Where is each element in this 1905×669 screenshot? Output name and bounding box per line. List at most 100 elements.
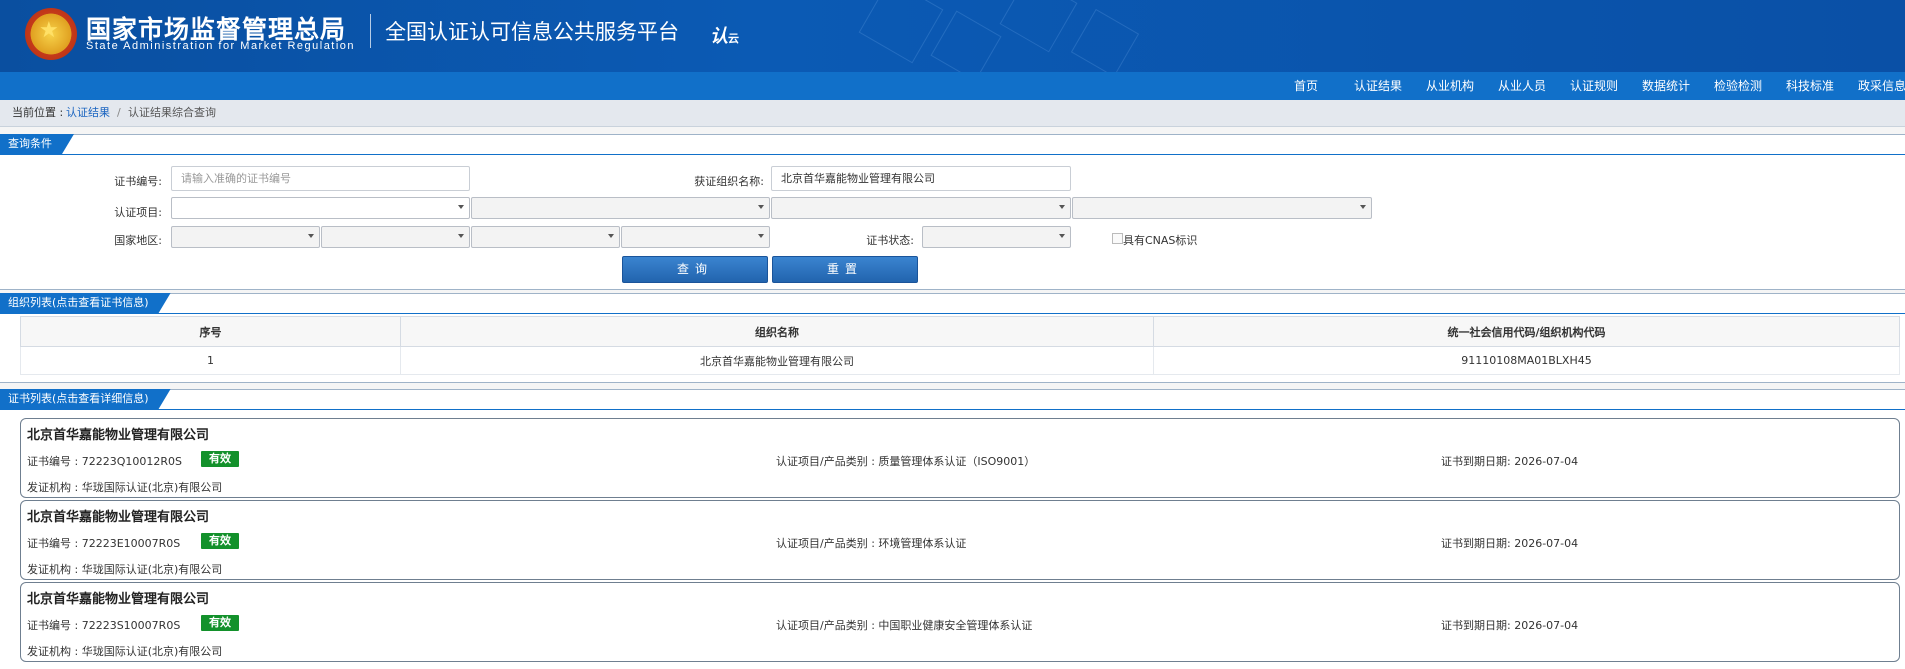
chevron-down-icon (458, 234, 464, 238)
region-select-3[interactable] (471, 226, 620, 248)
cert-list-title: 证书列表(点击查看详细信息) (0, 389, 171, 409)
region-select-2[interactable] (321, 226, 470, 248)
cell-credit-code: 91110108MA01BLXH45 (1153, 346, 1900, 375)
cert-item: 认证项目/产品类别 : 中国职业健康安全管理体系认证 (776, 617, 1032, 633)
cert-no-prefix: 证书编号 : (27, 537, 79, 550)
cert-expiry-value: 2026-07-04 (1514, 619, 1579, 632)
cnas-checkbox[interactable] (1112, 233, 1123, 244)
cert-item: 认证项目/产品类别 : 环境管理体系认证 (776, 535, 966, 551)
nav-item-institutions[interactable]: 从业机构 (1426, 72, 1474, 100)
section-rule (0, 154, 1905, 155)
cert-no-value: 72223E10007R0S (81, 537, 181, 550)
nav-item-home[interactable]: 首页 (1294, 72, 1318, 100)
cert-expiry-prefix: 证书到期日期: (1441, 537, 1511, 550)
cert-item-label: 认证项目: (114, 206, 162, 219)
cert-issuer: 发证机构 : 华珑国际认证(北京)有限公司 (27, 561, 222, 577)
cert-no-label: 证书编号: (114, 175, 162, 188)
cert-issuer: 发证机构 : 华珑国际认证(北京)有限公司 (27, 643, 222, 659)
region-select-4[interactable] (621, 226, 770, 248)
cert-issuer-value: 华珑国际认证(北京)有限公司 (81, 563, 223, 576)
cert-expiry-prefix: 证书到期日期: (1441, 455, 1511, 468)
main-nav: 首页 认证结果 从业机构 从业人员 认证规则 数据统计 检验检测 科技标准 政采… (0, 72, 1905, 100)
search-button[interactable]: 查询 (622, 256, 768, 283)
cert-item-value: 中国职业健康安全管理体系认证 (878, 619, 1033, 632)
cert-expiry: 证书到期日期: 2026-07-04 (1441, 453, 1578, 469)
cert-item-select-2[interactable] (471, 197, 770, 219)
nav-item-statistics[interactable]: 数据统计 (1642, 72, 1690, 100)
cert-no: 证书编号 : 72223E10007R0S (27, 535, 180, 551)
chevron-down-icon (758, 234, 764, 238)
breadcrumb: 当前位置 : 认证结果 / 认证结果综合查询 (0, 100, 1905, 127)
cert-item-select-3[interactable] (771, 197, 1071, 219)
cell-index: 1 (20, 346, 401, 375)
cnas-label: 具有CNAS标识 (1123, 234, 1198, 247)
table-header-row: 序号 组织名称 统一社会信用代码/组织机构代码 (20, 316, 1900, 347)
cert-no: 证书编号 : 72223Q10012R0S (27, 453, 182, 469)
cert-item: 认证项目/产品类别 : 质量管理体系认证（ISO9001） (776, 453, 1035, 469)
cert-no-input[interactable]: 请输入准确的证书编号 (171, 166, 470, 191)
decor-hex (1070, 8, 1140, 72)
region-label: 国家地区: (114, 234, 162, 247)
query-panel-title: 查询条件 (0, 134, 74, 154)
chevron-down-icon (458, 205, 464, 209)
col-header-credit-code: 统一社会信用代码/组织机构代码 (1153, 316, 1900, 347)
renyun-logo-mark: 认 (710, 26, 728, 47)
cert-expiry-value: 2026-07-04 (1514, 537, 1579, 550)
cert-item-value: 质量管理体系认证（ISO9001） (878, 455, 1036, 468)
reset-button[interactable]: 重置 (772, 256, 918, 283)
org-name-label: 获证组织名称: (694, 175, 764, 188)
cert-item-select-1[interactable] (171, 197, 470, 219)
cert-item-prefix: 认证项目/产品类别 : (776, 455, 875, 468)
cert-no-value: 72223S10007R0S (81, 619, 181, 632)
breadcrumb-prefix: 当前位置 : (12, 106, 64, 119)
table-row[interactable]: 1 北京首华嘉能物业管理有限公司 91110108MA01BLXH45 (20, 346, 1900, 375)
cert-no-value: 72223Q10012R0S (81, 455, 182, 468)
cell-org-name[interactable]: 北京首华嘉能物业管理有限公司 (400, 346, 1154, 375)
cert-expiry-prefix: 证书到期日期: (1441, 619, 1511, 632)
cert-card[interactable]: 北京首华嘉能物业管理有限公司 证书编号 : 72223S10007R0S 有效 … (20, 582, 1900, 662)
cert-issuer-value: 华珑国际认证(北京)有限公司 (81, 481, 223, 494)
col-header-org-name: 组织名称 (400, 316, 1154, 347)
cert-issuer: 发证机构 : 华珑国际认证(北京)有限公司 (27, 479, 222, 495)
chevron-down-icon (1360, 205, 1366, 209)
org-list-panel: 组织列表(点击查看证书信息) 序号 组织名称 统一社会信用代码/组织机构代码 1… (0, 293, 1905, 383)
nav-item-personnel[interactable]: 从业人员 (1498, 72, 1546, 100)
breadcrumb-link-cert-results[interactable]: 认证结果 (66, 100, 110, 126)
chevron-down-icon (608, 234, 614, 238)
nav-item-standards[interactable]: 科技标准 (1786, 72, 1834, 100)
nav-item-inspection[interactable]: 检验检测 (1714, 72, 1762, 100)
cert-org-name: 北京首华嘉能物业管理有限公司 (27, 428, 210, 443)
cert-expiry: 证书到期日期: 2026-07-04 (1441, 617, 1578, 633)
nav-item-procurement[interactable]: 政采信息 (1858, 72, 1905, 100)
cert-item-select-4[interactable] (1072, 197, 1372, 219)
region-select-1[interactable] (171, 226, 320, 248)
status-badge: 有效 (201, 451, 239, 467)
cert-no-prefix: 证书编号 : (27, 455, 79, 468)
renyun-logo-icon: 认云 (710, 22, 739, 48)
chevron-down-icon (758, 205, 764, 209)
org-table: 序号 组织名称 统一社会信用代码/组织机构代码 1 北京首华嘉能物业管理有限公司… (20, 316, 1900, 375)
national-emblem-icon (25, 8, 77, 60)
cert-issuer-prefix: 发证机构 : (27, 563, 79, 576)
cert-expiry-value: 2026-07-04 (1514, 455, 1579, 468)
section-rule (0, 313, 1905, 314)
cert-status-select[interactable] (922, 226, 1071, 248)
cert-issuer-prefix: 发证机构 : (27, 645, 79, 658)
cert-no: 证书编号 : 72223S10007R0S (27, 617, 180, 633)
chevron-down-icon (1059, 234, 1065, 238)
cert-no-prefix: 证书编号 : (27, 619, 79, 632)
agency-name-en: State Administration for Market Regulati… (86, 40, 356, 52)
query-panel: 查询条件 证书编号: 请输入准确的证书编号 获证组织名称: 北京首华嘉能物业管理… (0, 134, 1905, 290)
nav-item-cert-rules[interactable]: 认证规则 (1570, 72, 1618, 100)
cert-card[interactable]: 北京首华嘉能物业管理有限公司 证书编号 : 72223Q10012R0S 有效 … (20, 418, 1900, 498)
cert-card[interactable]: 北京首华嘉能物业管理有限公司 证书编号 : 72223E10007R0S 有效 … (20, 500, 1900, 580)
chevron-down-icon (308, 234, 314, 238)
cert-org-name: 北京首华嘉能物业管理有限公司 (27, 510, 210, 525)
org-name-input[interactable]: 北京首华嘉能物业管理有限公司 (771, 166, 1071, 191)
cert-item-value: 环境管理体系认证 (878, 537, 967, 550)
nav-item-cert-results[interactable]: 认证结果 (1354, 72, 1402, 100)
cert-expiry: 证书到期日期: 2026-07-04 (1441, 535, 1578, 551)
decor-hex (930, 10, 1002, 72)
cert-issuer-prefix: 发证机构 : (27, 481, 79, 494)
cert-item-prefix: 认证项目/产品类别 : (776, 619, 875, 632)
